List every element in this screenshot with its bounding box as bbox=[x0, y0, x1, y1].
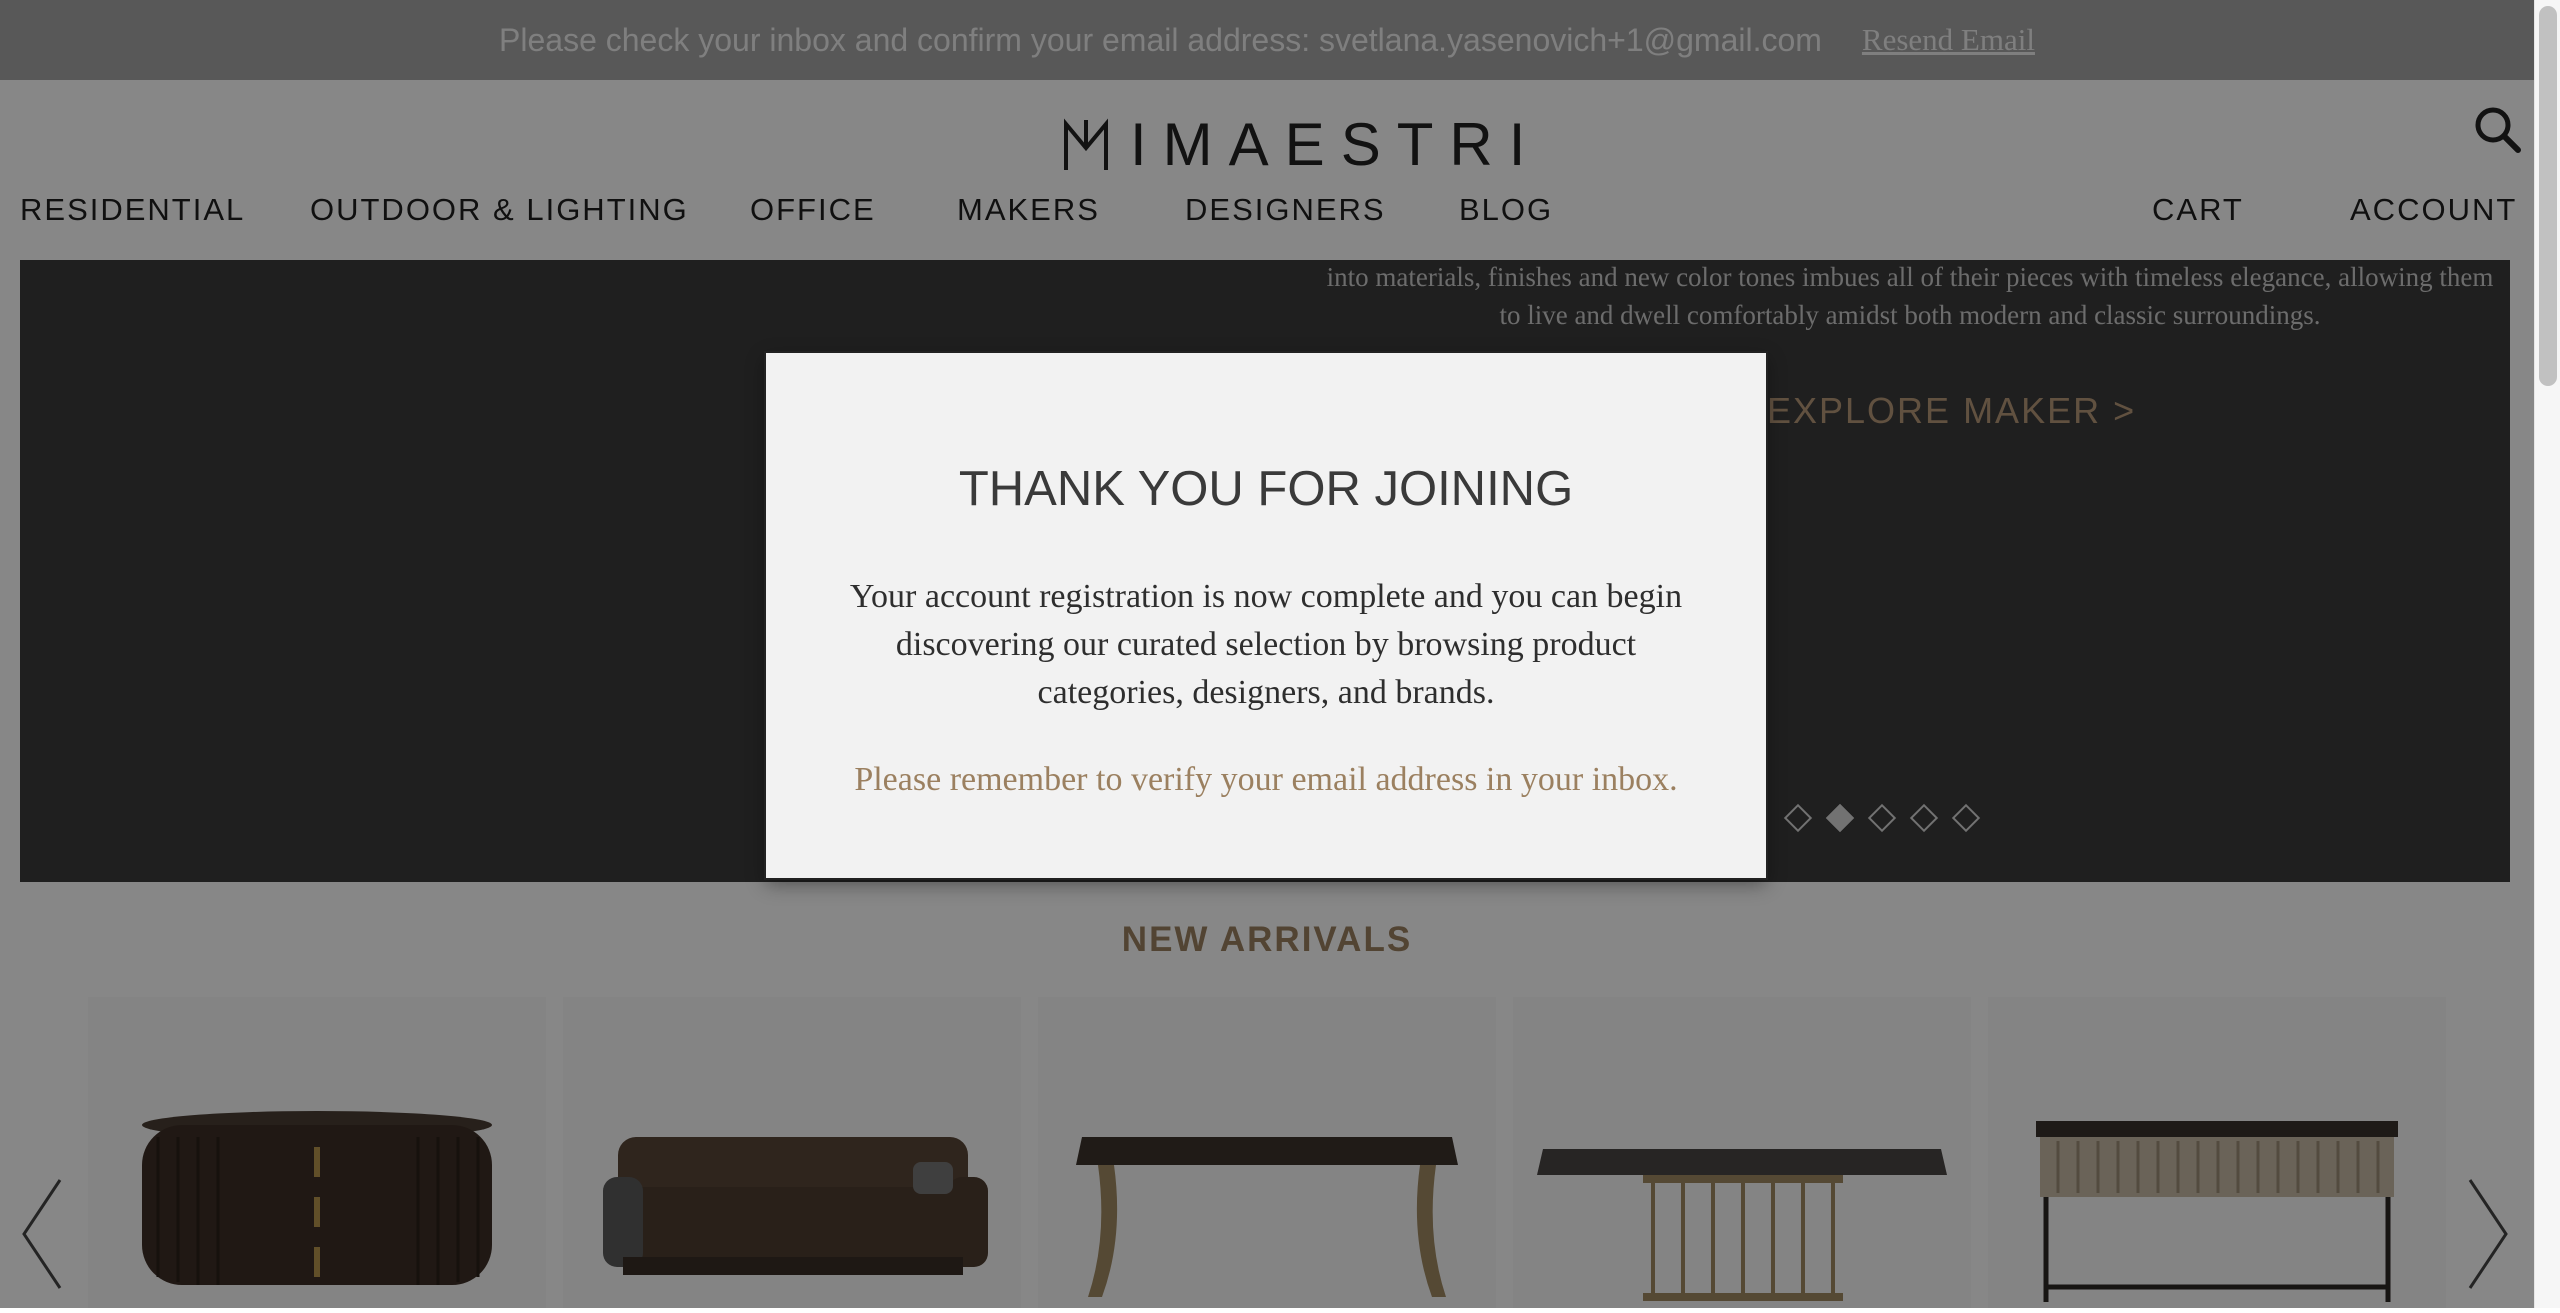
welcome-modal: THANK YOU FOR JOINING Your account regis… bbox=[766, 353, 1766, 878]
page-scrollbar[interactable] bbox=[2534, 0, 2560, 1308]
modal-verify-note: Please remember to verify your email add… bbox=[854, 761, 1678, 798]
modal-body-text: Your account registration is now complet… bbox=[849, 578, 1683, 711]
scrollbar-thumb[interactable] bbox=[2539, 6, 2557, 386]
modal-title: THANK YOU FOR JOINING bbox=[958, 462, 1574, 516]
